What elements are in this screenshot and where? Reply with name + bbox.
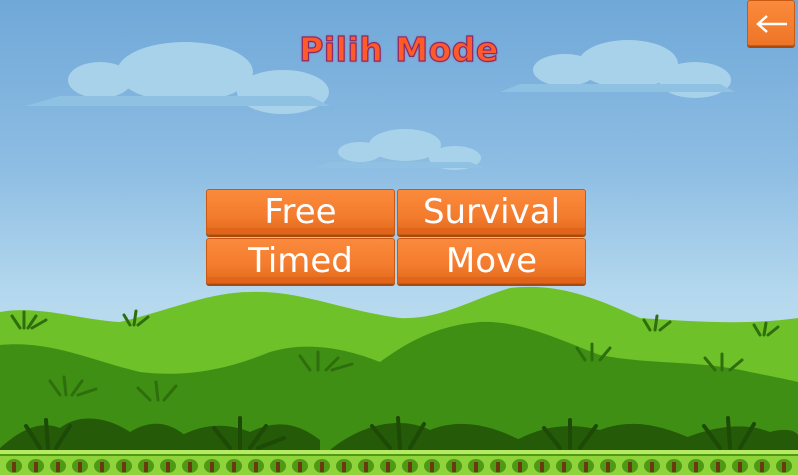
- ground-tile-stem: [320, 462, 324, 472]
- ground-tile-stem: [34, 462, 38, 472]
- free-mode-button[interactable]: Free: [206, 189, 395, 235]
- ground-tile-stem: [782, 462, 786, 472]
- ground-tile-stem: [210, 462, 214, 472]
- ground-tile-stem: [122, 462, 126, 472]
- ground-tile-stem: [342, 462, 346, 472]
- timed-mode-button[interactable]: Timed: [206, 238, 395, 284]
- ground-tile-stem: [56, 462, 60, 472]
- ground-tile-stem: [254, 462, 258, 472]
- ground-tile-stem: [650, 462, 654, 472]
- ground-tile-stem: [78, 462, 82, 472]
- ground-tile-stem: [738, 462, 742, 472]
- page-title: Pilih Mode: [299, 29, 499, 69]
- ground-tile-stem: [12, 462, 16, 472]
- ground-strip-line: [0, 454, 798, 456]
- ground-tile-stem: [760, 462, 764, 472]
- ground-tile-stem: [672, 462, 676, 472]
- ground-tile-stem: [584, 462, 588, 472]
- ground-tile-stem: [452, 462, 456, 472]
- ground-tile-stem: [716, 462, 720, 472]
- ground-tile-stem: [100, 462, 104, 472]
- survival-mode-button[interactable]: Survival: [397, 189, 586, 235]
- ground-tile-stem: [562, 462, 566, 472]
- ground-strip-edge: [0, 450, 798, 454]
- back-button[interactable]: [747, 0, 795, 46]
- cloud-middle: [315, 129, 485, 170]
- ground-tile-stem: [628, 462, 632, 472]
- ground-tile-stem: [518, 462, 522, 472]
- ground-tile-stem: [276, 462, 280, 472]
- ground-tile-stem: [496, 462, 500, 472]
- game-screen: Pilih Mode Free Survival Timed Move: [0, 0, 798, 475]
- ground-tile-stem: [386, 462, 390, 472]
- ground-tile-stem: [364, 462, 368, 472]
- ground-tile-stem: [430, 462, 434, 472]
- ground-tile-stem: [694, 462, 698, 472]
- ground-tile-stem: [606, 462, 610, 472]
- back-arrow-icon: [756, 15, 787, 33]
- ground-tile-stem: [540, 462, 544, 472]
- ground-tile-stem: [232, 462, 236, 472]
- ground-tile-stem: [298, 462, 302, 472]
- ground-tile-stem: [144, 462, 148, 472]
- ground-tile-stem: [166, 462, 170, 472]
- ground-tile-stem: [188, 462, 192, 472]
- ground-tile-stem: [474, 462, 478, 472]
- ground-tile-stem: [408, 462, 412, 472]
- move-mode-button[interactable]: Move: [397, 238, 586, 284]
